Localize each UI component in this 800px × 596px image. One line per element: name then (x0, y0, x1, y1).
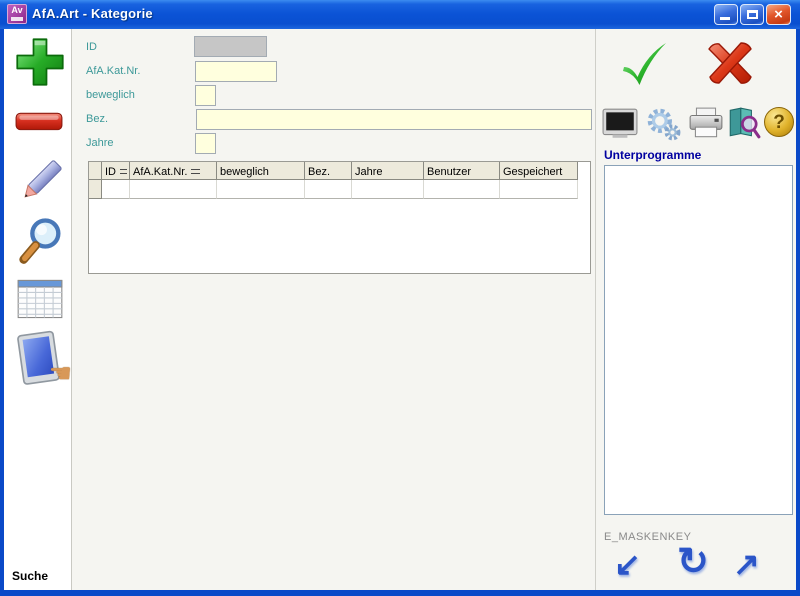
grid-col-gespeichert[interactable]: Gespeichert (500, 162, 578, 180)
grid-col-beweglich[interactable]: beweglich (217, 162, 305, 180)
nav-refresh-arrow-icon[interactable]: ↻ (677, 543, 709, 581)
app-icon: Av (7, 4, 27, 24)
records-grid: ID AfA.Kat.Nr. beweglich Bez. Jahre Benu… (88, 161, 591, 274)
grid-col-jahre[interactable]: Jahre (352, 162, 424, 180)
jahre-label: Jahre (86, 137, 114, 149)
gears-icon (647, 108, 681, 141)
grid-col-id[interactable]: ID (102, 162, 130, 180)
lookup-button[interactable] (726, 106, 762, 140)
subprograms-list[interactable] (604, 165, 793, 515)
table-icon (17, 279, 63, 319)
window-title: AfA.Art - Kategorie (32, 6, 153, 21)
subprograms-label: Unterprogramme (604, 148, 702, 162)
toolbar-sidebar: ☚ Suche (4, 29, 72, 590)
app-window: Av AfA.Art - Kategorie × ☚ Suche ID AfA.… (0, 0, 800, 596)
pencil-icon (24, 160, 62, 198)
grid-col-afa-kat-nr[interactable]: AfA.Kat.Nr. (130, 162, 217, 180)
grid-cell[interactable] (424, 180, 500, 199)
grid-cell[interactable] (217, 180, 305, 199)
small-monitor-icon (602, 108, 638, 138)
grid-col-benutzer[interactable]: Benutzer (424, 162, 500, 180)
jahre-field[interactable] (195, 133, 216, 154)
app-icon-label: Av (11, 5, 23, 15)
grid-cell[interactable] (305, 180, 352, 199)
window-body: ☚ Suche ID AfA.Kat.Nr. beweglich Bez. Ja… (4, 29, 796, 590)
edit-record-button[interactable] (16, 155, 64, 209)
pointing-hand-icon: ☚ (48, 358, 72, 388)
check-icon (623, 43, 666, 85)
minimize-icon (720, 17, 730, 20)
print-button[interactable] (688, 107, 724, 141)
search-status-label: Suche (12, 569, 49, 583)
search-records-button[interactable] (15, 213, 67, 267)
beweglich-field[interactable] (195, 85, 216, 106)
afa-kat-nr-label: AfA.Kat.Nr. (86, 65, 141, 77)
add-record-button[interactable] (14, 36, 66, 88)
delete-record-button[interactable] (15, 109, 63, 135)
grid-selector-header (89, 162, 102, 180)
beweglich-label: beweglich (86, 89, 135, 101)
grid-cell[interactable] (352, 180, 424, 199)
grid-empty-row[interactable] (89, 180, 590, 199)
plus-icon (16, 38, 64, 86)
bez-field[interactable] (196, 109, 592, 130)
sort-icon (120, 168, 127, 175)
settings-button[interactable] (644, 107, 682, 141)
magnifier-icon (19, 218, 61, 264)
grid-header-row: ID AfA.Kat.Nr. beweglich Bez. Jahre Benu… (89, 162, 590, 180)
bez-label: Bez. (86, 113, 109, 125)
select-screen-button[interactable]: ☚ (14, 329, 72, 391)
sort-icon (191, 168, 201, 175)
maximize-icon (747, 10, 758, 19)
book-search-icon (729, 107, 761, 139)
ok-button[interactable] (615, 36, 673, 92)
titlebar[interactable]: Av AfA.Art - Kategorie × (0, 0, 800, 29)
grid-col-bez[interactable]: Bez. (305, 162, 352, 180)
grid-cell[interactable] (102, 180, 130, 199)
grid-view-button[interactable] (16, 276, 64, 322)
cancel-button[interactable] (701, 36, 759, 90)
printer-icon (689, 107, 723, 138)
id-field[interactable] (194, 36, 267, 57)
x-icon (708, 42, 752, 84)
question-mark-icon: ? (764, 107, 794, 137)
minimize-button[interactable] (714, 4, 738, 25)
screen-button[interactable] (602, 108, 638, 140)
grid-cell[interactable] (500, 180, 578, 199)
maximize-button[interactable] (740, 4, 764, 25)
close-button[interactable]: × (766, 4, 791, 25)
minus-icon (15, 112, 63, 131)
form-area: ID AfA.Kat.Nr. beweglich Bez. Jahre ID A… (73, 29, 596, 590)
help-button[interactable]: ? (764, 107, 794, 137)
nav-back-arrow-icon[interactable]: ↙ (614, 548, 641, 580)
row-selector[interactable] (89, 180, 102, 199)
afa-kat-nr-field[interactable] (195, 61, 277, 82)
id-label: ID (86, 41, 97, 53)
nav-forward-arrow-icon[interactable]: ↗ (733, 548, 760, 580)
action-panel: ? Unterprogramme E_MASKENKEY ↙ ↻ ↗ (597, 29, 796, 590)
grid-cell[interactable] (130, 180, 217, 199)
